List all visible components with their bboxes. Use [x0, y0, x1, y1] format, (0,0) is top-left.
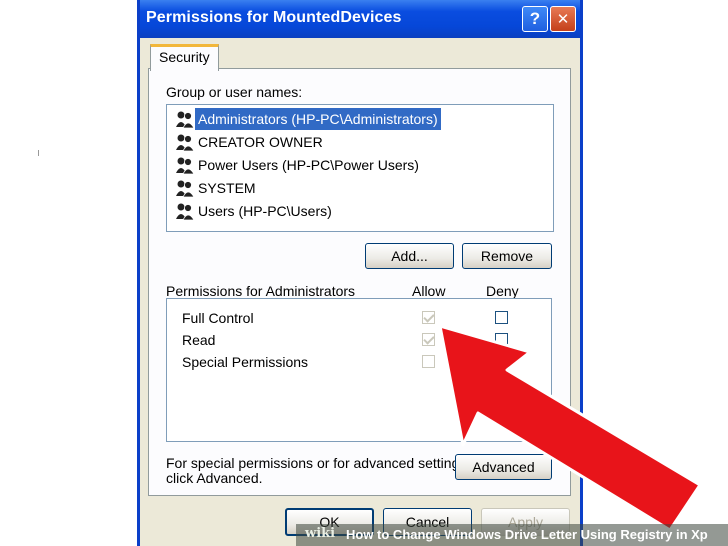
remove-button[interactable]: Remove — [462, 243, 552, 269]
advanced-button[interactable]: Advanced — [455, 454, 552, 480]
wiki-logo: wiki — [305, 526, 336, 541]
user-group-icon — [176, 203, 195, 220]
permission-name: Read — [182, 332, 216, 348]
permissions-header: Permissions for Administrators — [166, 283, 356, 299]
full-control-allow-checkbox[interactable] — [422, 311, 435, 324]
advanced-note-line1: For special permissions or for advanced … — [166, 455, 471, 471]
close-icon: ✕ — [556, 10, 570, 28]
user-list[interactable]: Administrators (HP-PC\Administrators) CR… — [166, 104, 554, 232]
user-group-icon — [176, 157, 195, 174]
read-deny-checkbox[interactable] — [495, 333, 508, 346]
group-label: Group or user names: — [166, 84, 303, 100]
user-group-icon — [176, 134, 195, 151]
user-name: SYSTEM — [198, 180, 256, 196]
user-name: Users (HP-PC\Users) — [198, 203, 332, 219]
window-title: Permissions for MountedDevices — [146, 9, 402, 26]
user-name: Power Users (HP-PC\Power Users) — [198, 157, 419, 173]
full-control-deny-checkbox[interactable] — [495, 311, 508, 324]
permission-name: Full Control — [182, 310, 254, 326]
user-name: CREATOR OWNER — [198, 134, 323, 150]
allow-column-label: Allow — [412, 283, 446, 299]
deny-column-label: Deny — [486, 283, 519, 299]
help-icon: ? — [529, 9, 541, 28]
user-name: Administrators (HP-PC\Administrators) — [195, 108, 441, 130]
watermark-text: How to Change Windows Drive Letter Using… — [346, 527, 708, 542]
tab-security[interactable]: Security — [150, 44, 219, 71]
user-group-icon — [176, 111, 195, 128]
advanced-note-line2: click Advanced. — [166, 470, 263, 486]
permissions-list: Full Control Read Special Permissions — [166, 298, 552, 442]
add-button[interactable]: Add... — [365, 243, 454, 269]
user-group-icon — [176, 180, 195, 197]
stray-mark — [38, 150, 39, 156]
special-permissions-allow-checkbox[interactable] — [422, 355, 435, 368]
read-allow-checkbox[interactable] — [422, 333, 435, 346]
help-button[interactable]: ? — [522, 6, 548, 32]
permission-name: Special Permissions — [182, 354, 309, 370]
title-bar[interactable]: Permissions for MountedDevices ? ✕ — [140, 0, 580, 38]
close-button[interactable]: ✕ — [550, 6, 576, 32]
